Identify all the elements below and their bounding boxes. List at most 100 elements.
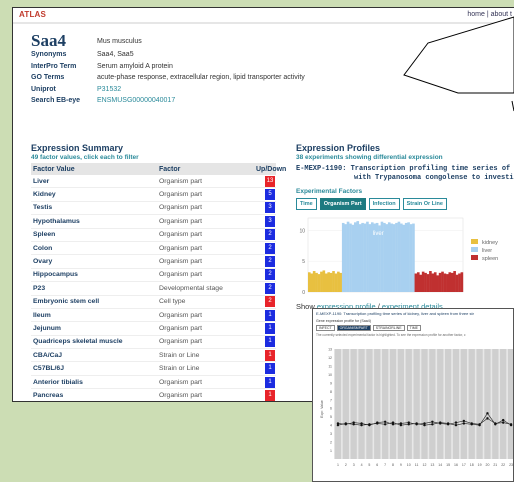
updown-count-badge: 2	[265, 256, 275, 268]
sample-column	[358, 349, 365, 459]
data-point	[454, 421, 458, 424]
table-row[interactable]: CBA/CaJ Strain or Line 1	[31, 349, 276, 363]
y-tick-label: 0	[302, 290, 305, 296]
factor-value-cell[interactable]: Colon	[31, 245, 159, 252]
factor-value-cell[interactable]: Ovary	[31, 258, 159, 265]
header-updown[interactable]: Up/Down	[256, 166, 286, 173]
bar	[443, 273, 447, 292]
data-point	[336, 423, 340, 427]
legend-label: liver	[482, 248, 492, 254]
y-tick-label: 12	[328, 356, 332, 360]
table-row[interactable]: Embryonic stem cell Cell type 2	[31, 296, 276, 309]
bar	[341, 222, 345, 292]
profile-factor-tab[interactable]: INFECT	[316, 325, 335, 331]
x-tick-label: 5	[368, 463, 370, 467]
x-tick-label: 17	[462, 463, 466, 467]
y-tick-label: 10	[299, 228, 305, 234]
factor-button[interactable]: Strain Or Line	[402, 198, 447, 210]
factor-value-cell[interactable]: CBA/CaJ	[31, 352, 159, 359]
y-tick-label: 11	[328, 364, 332, 368]
table-row[interactable]: Kidney Organism part 5	[31, 188, 276, 202]
experimental-factor-buttons: Time Organism Part Infection Strain Or Line	[296, 198, 447, 210]
data-point	[407, 423, 410, 426]
profile-factor-tab[interactable]: TIME	[406, 325, 421, 331]
bar	[320, 271, 323, 292]
factor-value-cell[interactable]: Anterior tibialis	[31, 379, 159, 386]
x-tick-label: 18	[470, 463, 474, 467]
factor-cell: Organism part	[159, 191, 203, 199]
gene-property-row: Synonyms Saa4, Saa5	[31, 51, 305, 63]
factor-button[interactable]: Infection	[368, 198, 400, 210]
table-row[interactable]: Ileum Organism part 1	[31, 309, 276, 323]
updown-cell: 2	[256, 296, 276, 308]
expression-profiles-title: Expression Profiles	[296, 143, 381, 153]
gene-property-key: InterPro Term	[31, 62, 77, 70]
factor-value-cell[interactable]: Kidney	[31, 191, 159, 198]
factor-value-cell[interactable]: P23	[31, 285, 159, 292]
factor-cell: Developmental stage	[159, 284, 223, 292]
table-row[interactable]: Hypothalamus Organism part 3	[31, 215, 276, 229]
header-factor[interactable]: Factor	[159, 166, 256, 173]
factor-button[interactable]: Organism Part	[319, 198, 366, 210]
table-row[interactable]: P23 Developmental stage 2	[31, 282, 276, 296]
updown-count-badge: 2	[265, 269, 275, 281]
table-row[interactable]: Pancreas Organism part 1	[31, 389, 276, 401]
bar	[351, 224, 355, 292]
data-point	[501, 418, 505, 422]
profile-window-title[interactable]: E-MEXP-1190: Transcription profiling tim…	[313, 309, 513, 318]
bar	[392, 224, 396, 292]
factor-value-cell[interactable]: Liver	[31, 178, 159, 185]
factor-value-cell[interactable]: Spleen	[31, 231, 159, 238]
data-point	[478, 423, 481, 427]
updown-cell: 1	[256, 349, 276, 361]
factor-button[interactable]: Time	[296, 198, 317, 210]
bar	[390, 223, 393, 292]
table-row[interactable]: Colon Organism part 2	[31, 242, 276, 256]
experiment-title[interactable]: E-MEXP-1190: Transcription profiling tim…	[296, 165, 514, 183]
table-row[interactable]: Jejunum Organism part 1	[31, 322, 276, 336]
data-point	[423, 423, 426, 427]
gene-property-value[interactable]: ENSMUSG00000040017	[97, 97, 175, 109]
expression-summary-subtitle: 49 factor values, click each to filter	[31, 154, 139, 161]
factor-value-cell[interactable]: Hippocampus	[31, 271, 159, 278]
data-point	[454, 423, 458, 427]
factor-value-cell[interactable]: Jejunum	[31, 325, 159, 332]
table-row[interactable]: C57BL/6J Strain or Line 1	[31, 362, 276, 376]
updown-count-badge: 1	[265, 376, 275, 388]
table-row[interactable]: Testis Organism part 3	[31, 202, 276, 216]
table-row[interactable]: Anterior tibialis Organism part 1	[31, 376, 276, 390]
factor-cell: Organism part	[159, 378, 203, 386]
bar	[426, 274, 430, 292]
bar	[416, 272, 420, 292]
factor-value-cell[interactable]: Embryonic stem cell	[31, 298, 159, 305]
gene-property-key: Synonyms	[31, 51, 67, 58]
y-tick-label: 2	[330, 441, 332, 445]
atlas-logo[interactable]: ATLAS	[19, 10, 46, 19]
sample-column	[334, 349, 342, 459]
profile-factor-tab[interactable]: STRAINORLINE	[372, 325, 405, 331]
updown-count-badge: 1	[265, 322, 275, 334]
table-row[interactable]: Hippocampus Organism part 2	[31, 269, 276, 283]
table-row[interactable]: Spleen Organism part 2	[31, 229, 276, 242]
factor-value-cell[interactable]: Pancreas	[31, 392, 159, 399]
gene-property-value[interactable]: P31532	[97, 86, 121, 98]
factor-value-cell[interactable]: Testis	[31, 204, 159, 211]
profile-factor-tab[interactable]: ORGANISMPART	[336, 325, 371, 331]
data-point	[494, 423, 497, 426]
factor-value-cell[interactable]: Quadriceps skeletal muscle	[31, 338, 159, 345]
bar	[337, 271, 340, 292]
updown-count-badge: 1	[265, 389, 275, 401]
expression-profile-window[interactable]: E-MEXP-1190: Transcription profiling tim…	[312, 308, 514, 482]
table-row[interactable]: Ovary Organism part 2	[31, 255, 276, 269]
bar	[450, 272, 454, 292]
updown-count-badge: 2	[265, 242, 275, 254]
factor-value-cell[interactable]: Ileum	[31, 312, 159, 319]
header-factor-value[interactable]: Factor Value	[31, 166, 159, 173]
factor-value-cell[interactable]: Hypothalamus	[31, 218, 159, 225]
factor-value-cell[interactable]: C57BL/6J	[31, 365, 159, 372]
table-row[interactable]: Quadriceps skeletal muscle Organism part 1	[31, 336, 276, 350]
table-row[interactable]: Liver Organism part 13	[31, 175, 276, 189]
data-point	[431, 420, 434, 423]
gene-property-value: Serum amyloid A protein	[97, 62, 173, 70]
bar	[308, 272, 311, 292]
